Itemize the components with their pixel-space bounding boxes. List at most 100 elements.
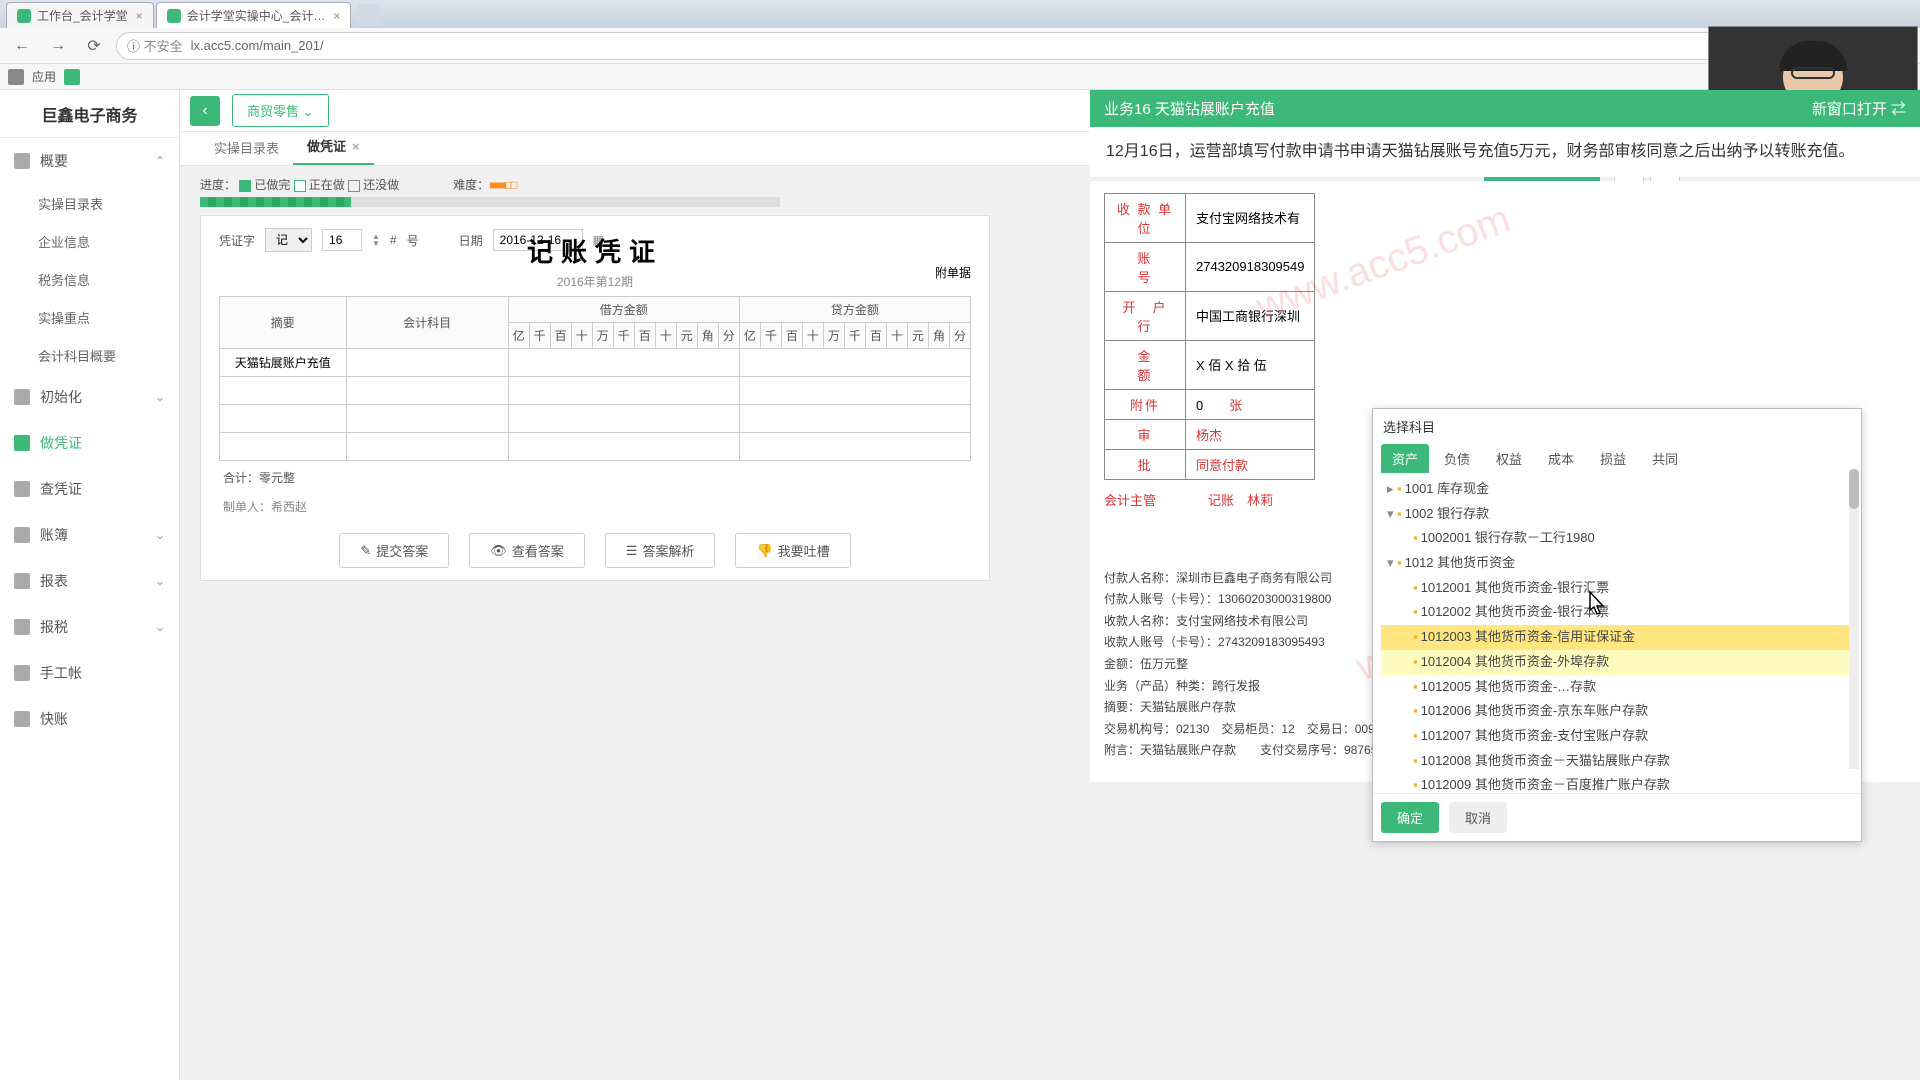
- close-icon[interactable]: ×: [352, 139, 360, 154]
- nav-query-voucher[interactable]: 查凭证: [0, 466, 179, 512]
- credit-cell[interactable]: [739, 433, 970, 461]
- browser-tab[interactable]: 会计学堂实操中心_会计…×: [156, 2, 352, 28]
- account-tree[interactable]: ▸▪1001 库存现金▾▪1002 银行存款▪1002001 银行存款－工行19…: [1373, 473, 1861, 793]
- nav-ledger[interactable]: 账簿⌄: [0, 512, 179, 558]
- stepper-down-icon[interactable]: ▼: [372, 240, 380, 247]
- voucher-type-select[interactable]: 记: [265, 228, 312, 252]
- forward-button[interactable]: →: [44, 32, 72, 60]
- credit-cell[interactable]: [739, 377, 970, 405]
- nav-sub[interactable]: 会计科目概要: [0, 336, 179, 374]
- nav-label: 快账: [40, 709, 68, 729]
- digit-header: 千: [613, 323, 634, 349]
- digit-header: 角: [928, 323, 949, 349]
- nav-make-voucher[interactable]: 做凭证: [0, 420, 179, 466]
- new-window-button[interactable]: 新窗口打开 ⇄: [1812, 98, 1906, 119]
- status-doing-icon: [294, 180, 306, 192]
- subject-cell[interactable]: [346, 377, 508, 405]
- col-summary: 摘要: [220, 297, 347, 349]
- date-label: 日期: [459, 232, 483, 249]
- cancel-button[interactable]: 取消: [1449, 802, 1507, 833]
- tab-voucher[interactable]: 做凭证×: [293, 128, 374, 165]
- digit-header: 分: [718, 323, 739, 349]
- receipt-label: 审: [1105, 419, 1186, 449]
- nav-quick[interactable]: 快账: [0, 696, 179, 742]
- digit-header: 十: [571, 323, 592, 349]
- tree-item[interactable]: ▪1012008 其他货币资金－天猫钻展账户存款: [1381, 749, 1853, 774]
- tree-item[interactable]: ▪1012002 其他货币资金-银行本票: [1381, 600, 1853, 625]
- subject-cell[interactable]: [346, 349, 508, 377]
- picker-tab[interactable]: 负债: [1433, 444, 1481, 473]
- apps-icon[interactable]: [8, 69, 24, 85]
- tree-item[interactable]: ▪1012009 其他货币资金－百度推广账户存款: [1381, 773, 1853, 793]
- picker-tab[interactable]: 权益: [1485, 444, 1533, 473]
- bookmark-icon[interactable]: [64, 69, 80, 85]
- summary-cell[interactable]: 天猫钻展账户充值: [220, 349, 347, 377]
- status-todo-icon: [348, 180, 360, 192]
- tree-item[interactable]: ▪1012005 其他货币资金-…存款: [1381, 675, 1853, 700]
- nav-report[interactable]: 报表⌄: [0, 558, 179, 604]
- credit-cell[interactable]: [739, 405, 970, 433]
- nav-sub[interactable]: 实操目录表: [0, 184, 179, 222]
- tree-item[interactable]: ▪1012004 其他货币资金-外埠存款: [1381, 650, 1853, 675]
- credit-cell[interactable]: [739, 349, 970, 377]
- feedback-button[interactable]: 👎 我要吐槽: [735, 533, 850, 568]
- nav-init[interactable]: 初始化⌄: [0, 374, 179, 420]
- receipt-value: 支付宝网络技术有: [1186, 193, 1315, 242]
- nav-manual[interactable]: 手工帐: [0, 650, 179, 696]
- receipt-label: 开 户 行: [1105, 291, 1186, 340]
- picker-tab[interactable]: 损益: [1589, 444, 1637, 473]
- tab-catalog[interactable]: 实操目录表: [200, 130, 293, 165]
- summary-cell[interactable]: [220, 405, 347, 433]
- summary-cell[interactable]: [220, 433, 347, 461]
- collapse-sidebar-button[interactable]: ‹: [190, 96, 220, 126]
- industry-dropdown[interactable]: 商贸零售 ⌄: [232, 94, 329, 127]
- tree-item[interactable]: ▪1012003 其他货币资金-信用证保证金: [1381, 625, 1853, 650]
- nav-label: 概要: [40, 151, 68, 171]
- url-bar[interactable]: ⓘ 不安全 lx.acc5.com/main_201/: [116, 32, 1912, 60]
- browser-tab[interactable]: 工作台_会计学堂×: [6, 2, 154, 28]
- picker-tab[interactable]: 资产: [1381, 444, 1429, 473]
- nav-sub[interactable]: 实操重点: [0, 298, 179, 336]
- pen-icon: [14, 665, 30, 681]
- digit-header: 万: [592, 323, 613, 349]
- reload-button[interactable]: ⟳: [80, 32, 108, 60]
- view-answer-button[interactable]: 👁 查看答案: [469, 533, 585, 568]
- debit-cell[interactable]: [508, 405, 739, 433]
- scrollbar[interactable]: [1849, 469, 1859, 769]
- tree-item[interactable]: ▪1012007 其他货币资金-支付宝账户存款: [1381, 724, 1853, 749]
- debit-cell[interactable]: [508, 377, 739, 405]
- submit-button[interactable]: ✎ 提交答案: [339, 533, 449, 568]
- analyze-button[interactable]: ☰ 答案解析: [605, 533, 716, 568]
- digit-header: 万: [823, 323, 844, 349]
- close-icon[interactable]: ×: [333, 9, 340, 23]
- nav-sub[interactable]: 企业信息: [0, 222, 179, 260]
- new-tab-button[interactable]: [357, 4, 381, 26]
- ok-button[interactable]: 确定: [1381, 802, 1439, 833]
- debit-cell[interactable]: [508, 349, 739, 377]
- debit-cell[interactable]: [508, 433, 739, 461]
- close-icon[interactable]: ×: [136, 9, 143, 23]
- tree-item[interactable]: ▾▪1012 其他货币资金: [1381, 551, 1853, 576]
- subject-cell[interactable]: [346, 433, 508, 461]
- tree-item[interactable]: ▾▪1002 银行存款: [1381, 502, 1853, 527]
- scroll-thumb[interactable]: [1849, 469, 1859, 509]
- cursor-icon: [1582, 590, 1610, 620]
- browser-tabs: 工作台_会计学堂× 会计学堂实操中心_会计…×: [0, 0, 1920, 28]
- nav-tax[interactable]: 报税⌄: [0, 604, 179, 650]
- summary-cell[interactable]: [220, 377, 347, 405]
- nav-sub[interactable]: 税务信息: [0, 260, 179, 298]
- status-done-icon: [239, 180, 251, 192]
- subject-cell[interactable]: [346, 405, 508, 433]
- tree-item[interactable]: ▸▪1001 库存现金: [1381, 477, 1853, 502]
- tree-item[interactable]: ▪1012001 其他货币资金-银行汇票: [1381, 576, 1853, 601]
- bookmark-item[interactable]: 应用: [32, 68, 56, 85]
- tree-item[interactable]: ▪1002001 银行存款－工行1980: [1381, 526, 1853, 551]
- digit-header: 十: [655, 323, 676, 349]
- voucher-no-input[interactable]: [322, 229, 362, 251]
- picker-tab[interactable]: 共同: [1641, 444, 1689, 473]
- picker-tab[interactable]: 成本: [1537, 444, 1585, 473]
- tree-item[interactable]: ▪1012006 其他货币资金-京东车账户存款: [1381, 699, 1853, 724]
- nav-overview[interactable]: 概要⌃: [0, 138, 179, 184]
- back-button[interactable]: ←: [8, 32, 36, 60]
- insecure-badge: ⓘ 不安全: [127, 36, 191, 55]
